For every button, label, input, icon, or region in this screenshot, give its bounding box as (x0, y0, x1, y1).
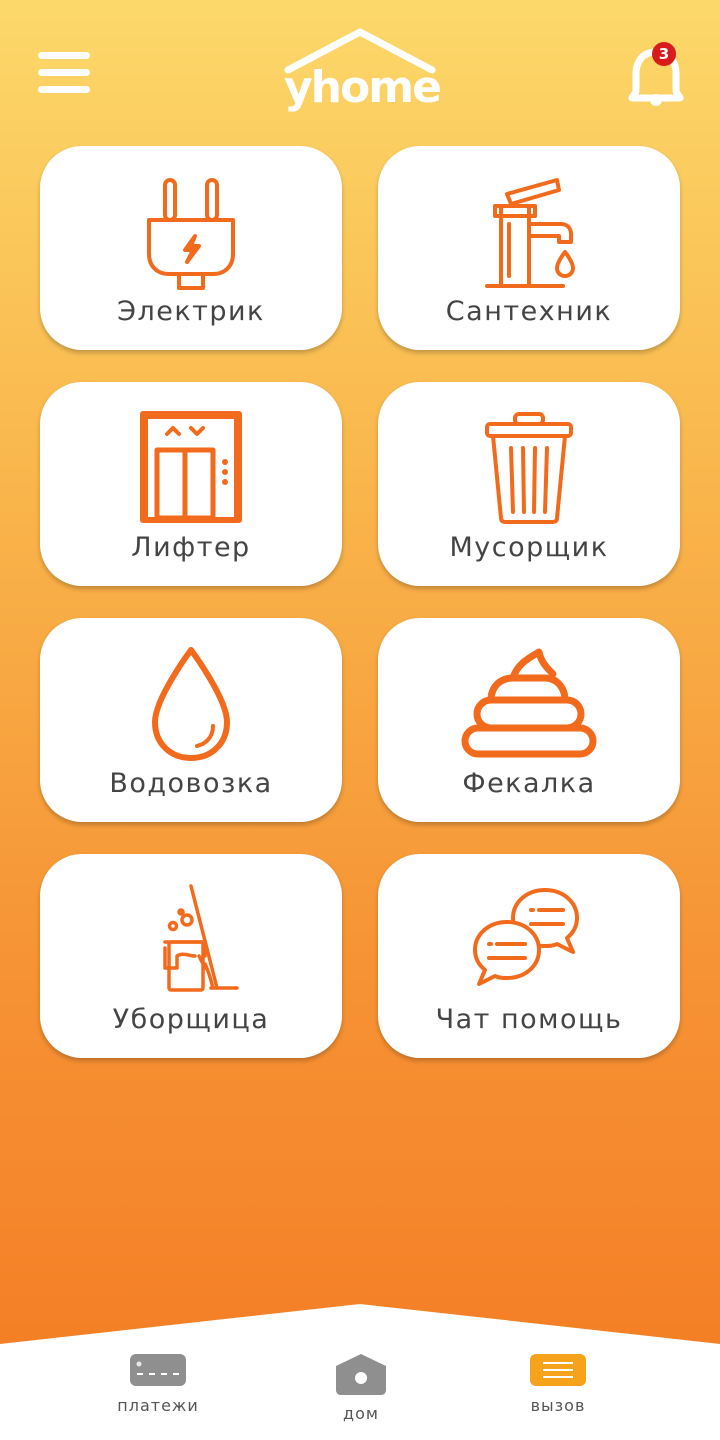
app-header: yhome 3 (0, 0, 720, 140)
logo-text: yhome (284, 62, 442, 113)
plug-icon (40, 168, 342, 292)
water-drop-icon (40, 640, 342, 764)
app-logo: yhome (280, 26, 442, 116)
chat-bubbles-icon (378, 876, 680, 1000)
service-card-elevator[interactable]: Лифтер (40, 382, 342, 586)
service-card-water-delivery[interactable]: Водовозка (40, 618, 342, 822)
service-label: Чат помощь (435, 1004, 623, 1035)
nav-item-call[interactable]: вызов (488, 1352, 628, 1415)
hamburger-menu-icon[interactable] (38, 52, 90, 96)
credit-card-icon (130, 1354, 186, 1386)
service-card-cleaner[interactable]: Уборщица (40, 854, 342, 1058)
notification-badge: 3 (652, 42, 676, 66)
service-card-sewage[interactable]: Фекалка (378, 618, 680, 822)
service-label: Уборщица (112, 1004, 270, 1035)
nav-label: платежи (117, 1396, 199, 1415)
mop-bucket-icon (40, 876, 342, 1000)
bottom-navigation: платежи дом вызов (0, 1300, 720, 1440)
faucet-icon (378, 168, 680, 292)
nav-label: вызов (530, 1396, 586, 1415)
service-card-help-chat[interactable]: Чат помощь (378, 854, 680, 1058)
service-card-plumber[interactable]: Сантехник (378, 146, 680, 350)
service-label: Фекалка (462, 768, 596, 799)
poop-icon (378, 640, 680, 764)
service-label: Водовозка (109, 768, 273, 799)
call-list-icon (530, 1354, 586, 1386)
trash-can-icon (378, 404, 680, 528)
service-card-garbage[interactable]: Мусорщик (378, 382, 680, 586)
service-card-electrician[interactable]: Электрик (40, 146, 342, 350)
nav-item-payments[interactable]: платежи (88, 1352, 228, 1415)
nav-item-home[interactable]: дом (291, 1352, 431, 1423)
nav-label: дом (343, 1404, 379, 1423)
service-label: Сантехник (445, 296, 613, 327)
elevator-icon (40, 404, 342, 528)
service-label: Мусорщик (449, 532, 609, 563)
service-label: Лифтер (131, 532, 251, 563)
service-label: Электрик (117, 296, 265, 327)
house-icon (336, 1354, 386, 1395)
